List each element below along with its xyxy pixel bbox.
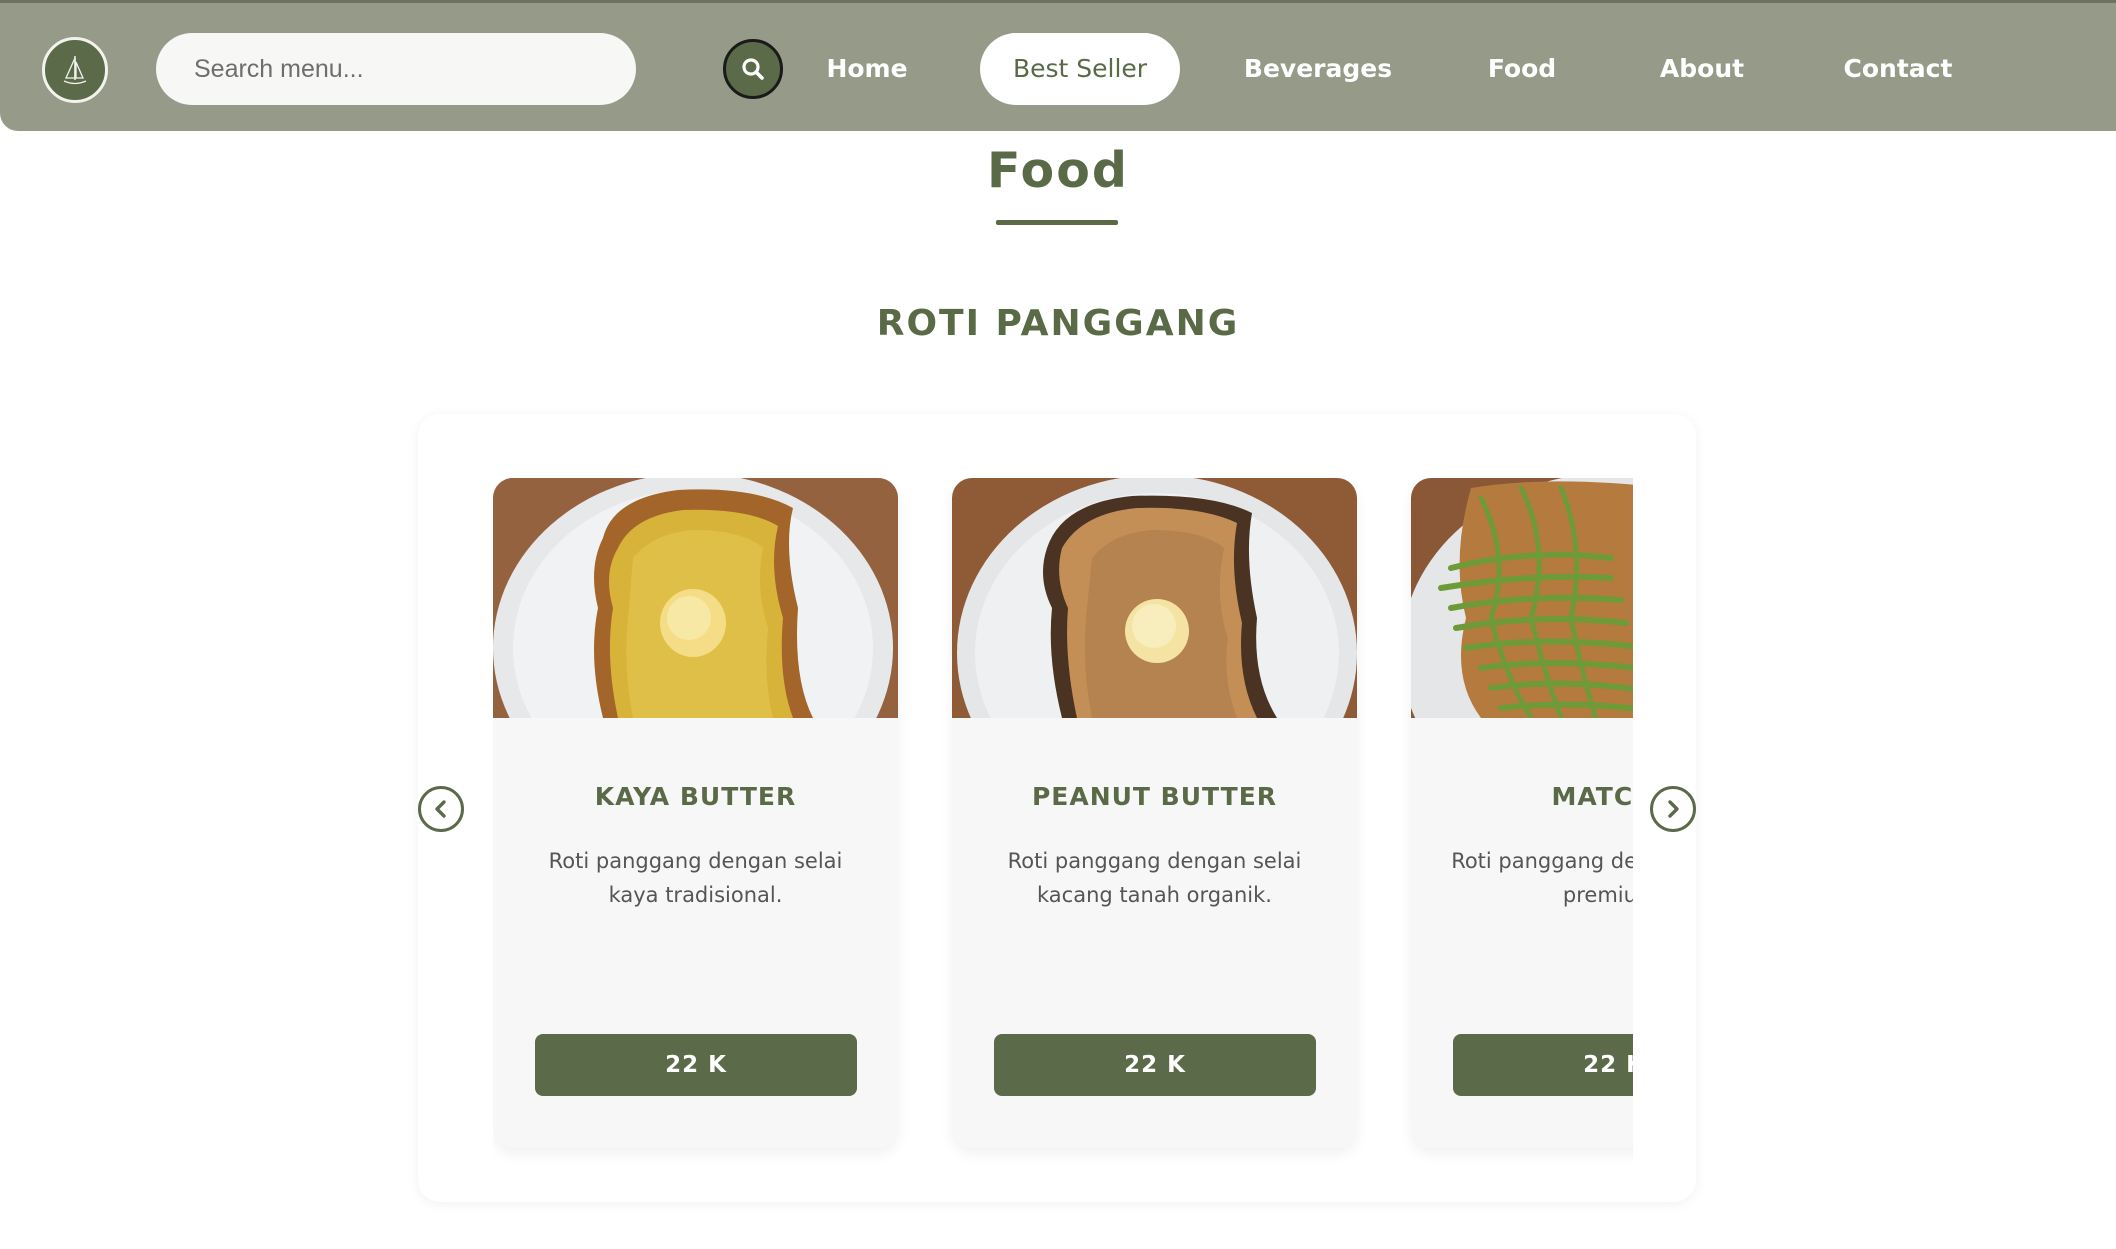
- carousel-viewport: KAYA BUTTER Roti panggang dengan selai k…: [493, 478, 1633, 1168]
- product-card: KAYA BUTTER Roti panggang dengan selai k…: [493, 478, 898, 1148]
- carousel-prev-button[interactable]: [418, 786, 464, 832]
- title-underline: [996, 220, 1118, 225]
- kaya-butter-toast-image: [493, 478, 898, 718]
- price-button[interactable]: 22 K: [535, 1034, 857, 1096]
- search-bar: [156, 33, 783, 105]
- page-title: Food: [987, 142, 1129, 199]
- product-name: MATCHA: [1551, 782, 1633, 811]
- brand-logo[interactable]: [42, 37, 108, 103]
- nav-food[interactable]: Food: [1474, 33, 1570, 105]
- nav-best-seller[interactable]: Best Seller: [980, 33, 1180, 105]
- product-card: PEANUT BUTTER Roti panggang dengan selai…: [952, 478, 1357, 1148]
- sailboat-icon: [63, 56, 87, 85]
- section-title: ROTI PANGGANG: [876, 303, 1240, 344]
- matcha-toast-image: [1411, 478, 1633, 718]
- product-description: Roti panggang dengan selai kaya tradisio…: [548, 849, 843, 907]
- search-icon: [742, 58, 764, 80]
- product-description: Roti panggang dengan selai kacang tanah …: [1007, 849, 1302, 907]
- peanut-butter-toast-image: [952, 478, 1357, 718]
- search-input[interactable]: [194, 47, 554, 91]
- nav-home[interactable]: Home: [806, 33, 928, 105]
- product-description: Roti panggang dengan matcha premium.: [1451, 849, 1633, 907]
- product-name: KAYA BUTTER: [594, 782, 797, 811]
- nav-contact[interactable]: Contact: [1832, 33, 1964, 105]
- carousel-next-button[interactable]: [1650, 786, 1696, 832]
- nav-about[interactable]: About: [1654, 33, 1750, 105]
- header-navbar: Home Best Seller Beverages Food About Co…: [0, 0, 2116, 131]
- price-button[interactable]: 22 K: [994, 1034, 1316, 1096]
- price-button[interactable]: 22 K: [1453, 1034, 1633, 1096]
- search-button[interactable]: [723, 39, 783, 99]
- chevron-right-icon: [1668, 800, 1679, 818]
- chevron-left-icon: [435, 800, 446, 818]
- product-carousel: KAYA BUTTER Roti panggang dengan selai k…: [418, 414, 1696, 1202]
- product-name: PEANUT BUTTER: [1031, 782, 1278, 811]
- product-card: MATCHA Roti panggang dengan matcha premi…: [1411, 478, 1633, 1148]
- nav-beverages[interactable]: Beverages: [1240, 33, 1396, 105]
